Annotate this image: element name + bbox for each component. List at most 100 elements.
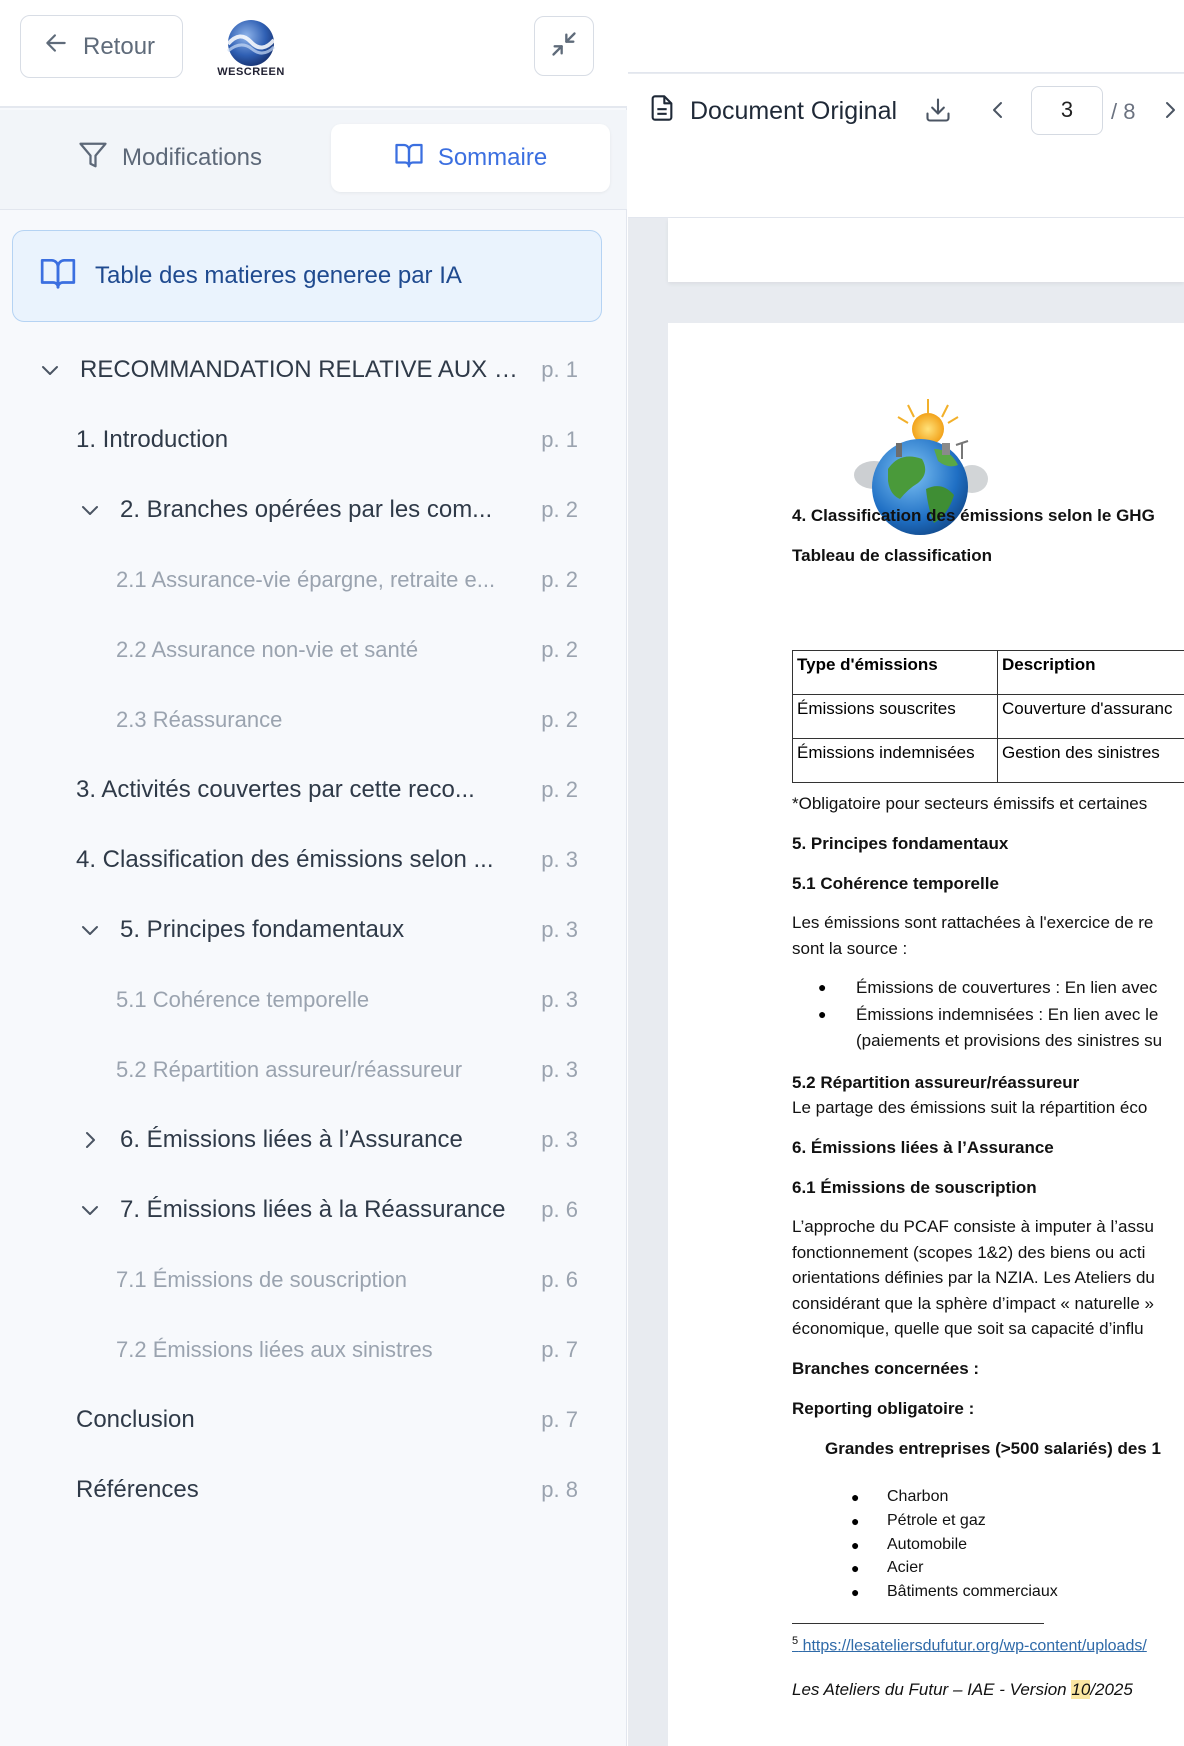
grandes-entreprises-heading: Grandes entreprises (>500 salariés) des … xyxy=(825,1439,1161,1458)
table-cell: Gestion des sinistres xyxy=(997,738,1184,783)
toc-item-page: p. 7 xyxy=(541,1337,578,1362)
viewer-top-bar xyxy=(628,0,1184,73)
toc-item-page: p. 7 xyxy=(541,1407,578,1432)
paragraph-line: L’approche du PCAF consiste à imputer à … xyxy=(792,1217,1154,1236)
footnote-number: 5 xyxy=(792,1635,799,1647)
minimize-icon xyxy=(550,30,578,63)
toc-item-page: p. 3 xyxy=(541,847,578,872)
section-heading-classification: 4. Classification des émissions selon le… xyxy=(792,506,1155,525)
toc-item[interactable]: 5.1 Cohérence temporelle p. 3 xyxy=(0,970,578,1030)
toc-item-page: p. 3 xyxy=(541,917,578,942)
classification-table: Type d'émissions Description Émissions s… xyxy=(792,650,1184,783)
reporting-heading: Reporting obligatoire : xyxy=(792,1399,975,1418)
sector-item: Pétrole et gaz xyxy=(887,1512,986,1529)
paragraph-line: Le partage des émissions suit la réparti… xyxy=(792,1098,1148,1117)
back-button[interactable]: Retour xyxy=(20,15,183,78)
sidebar-tabs: Modifications Sommaire xyxy=(0,110,627,210)
chevron-down-icon[interactable] xyxy=(78,498,102,522)
section-heading-repartition: 5.2 Répartition assureur/réassureur xyxy=(792,1073,1080,1092)
toc-item[interactable]: 2.2 Assurance non-vie et santé p. 2 xyxy=(0,620,578,680)
paragraph-line: sont la source : xyxy=(792,939,908,958)
ai-toc-banner-text: Table des matieres generee par IA xyxy=(95,262,462,289)
chevron-right-icon[interactable] xyxy=(78,1128,102,1152)
section-heading-assurance: 6. Émissions liées à l’Assurance xyxy=(792,1138,1054,1157)
toc-item[interactable]: 5. Principes fondamentaux p. 3 xyxy=(0,900,578,960)
chevron-right-icon xyxy=(1158,102,1182,126)
toc-item-page: p. 3 xyxy=(541,1057,578,1082)
bullet-icon: ● xyxy=(818,979,827,995)
toc-item[interactable]: 7. Émissions liées à la Réassurance p. 6 xyxy=(0,1180,578,1240)
paragraph-line: considérant que la sphère d’impact « nat… xyxy=(792,1294,1154,1313)
toc-item[interactable]: 7.2 Émissions liées aux sinistres p. 7 xyxy=(0,1320,578,1380)
sector-item: Automobile xyxy=(887,1536,968,1553)
tab-modifications-label: Modifications xyxy=(121,144,263,171)
toc-item-page: p. 2 xyxy=(541,777,578,802)
footer-text-end: /2025 xyxy=(1090,1680,1133,1699)
toc-item-label: 2.1 Assurance-vie épargne, retraite e... xyxy=(116,567,496,592)
tab-sommaire[interactable]: Sommaire xyxy=(331,124,610,192)
footnote: 5 https://lesateliersdufutur.org/wp-cont… xyxy=(792,1635,1147,1655)
toc-item[interactable]: 7.1 Émissions de souscription p. 6 xyxy=(0,1250,578,1310)
toc-item[interactable]: Références p. 8 xyxy=(0,1460,578,1520)
toc-item[interactable]: 2.1 Assurance-vie épargne, retraite e...… xyxy=(0,550,578,610)
footnote-link[interactable]: https://lesateliersdufutur.org/wp-conten… xyxy=(803,1637,1147,1654)
bullet-icon: ● xyxy=(818,1006,827,1022)
table-row: Émissions souscrites Couverture d'assura… xyxy=(792,694,1184,739)
toc-item-label: 1. Introduction xyxy=(76,426,229,453)
next-page-button[interactable] xyxy=(1158,98,1182,127)
toc-item-page: p. 1 xyxy=(541,357,578,382)
section-heading-souscription: 6.1 Émissions de souscription xyxy=(792,1178,1037,1197)
document-title: Document Original xyxy=(648,94,897,129)
chevron-down-icon[interactable] xyxy=(38,358,62,382)
tab-modifications[interactable]: Modifications xyxy=(20,124,320,192)
toc-item-label: 7. Émissions liées à la Réassurance xyxy=(120,1196,506,1223)
toc-item-page: p. 6 xyxy=(541,1267,578,1292)
back-button-label: Retour xyxy=(83,32,156,60)
sector-item: Charbon xyxy=(887,1488,949,1505)
tab-sommaire-label: Sommaire xyxy=(437,144,548,171)
table-row: Émissions indemnisées Gestion des sinist… xyxy=(792,738,1184,783)
page-number-input[interactable]: 3 xyxy=(1031,86,1103,135)
document-title-text: Document Original xyxy=(690,97,898,125)
chevron-down-icon[interactable] xyxy=(78,1198,102,1222)
toc-item-label: 5.2 Répartition assureur/réassureur xyxy=(116,1057,463,1082)
toc-item-label: 4. Classification des émissions selon ..… xyxy=(76,846,494,873)
bullet-text: Émissions de couvertures : En lien avec xyxy=(856,978,1158,997)
toc-item-page: p. 3 xyxy=(541,1127,578,1152)
chevron-down-icon[interactable] xyxy=(78,918,102,942)
previous-page-preview xyxy=(668,218,1184,282)
toc-item[interactable]: 4. Classification des émissions selon ..… xyxy=(0,830,578,890)
toc-item-page: p. 2 xyxy=(541,707,578,732)
bullet-icon: ● xyxy=(851,1560,860,1576)
toc-item[interactable]: 1. Introduction p. 1 xyxy=(0,410,578,470)
toc-item[interactable]: Conclusion p. 7 xyxy=(0,1390,578,1450)
toc-item[interactable]: 2. Branches opérées par les com... p. 2 xyxy=(0,480,578,540)
table-header-cell: Description xyxy=(997,650,1184,695)
paragraph-line: orientations définies par la NZIA. Les A… xyxy=(792,1268,1155,1287)
toc-item[interactable]: 6. Émissions liées à l’Assurance p. 3 xyxy=(0,1110,578,1170)
toc-item[interactable]: 5.2 Répartition assureur/réassureur p. 3 xyxy=(0,1040,578,1100)
toc-item-page: p. 2 xyxy=(541,637,578,662)
toc-item-label: Références xyxy=(76,1476,199,1503)
toc-item-page: p. 8 xyxy=(541,1477,578,1502)
table-heading: Tableau de classification xyxy=(792,546,992,565)
footer-text: Les Ateliers du Futur – IAE - Version xyxy=(792,1680,1072,1699)
footer-highlight: 10 xyxy=(1071,1680,1091,1699)
toc-item-page: p. 2 xyxy=(541,567,578,592)
toc-item-label: 7.2 Émissions liées aux sinistres xyxy=(116,1337,433,1362)
file-text-icon xyxy=(648,94,676,129)
toc-item[interactable]: RECOMMANDATION RELATIVE AUX É... p. 1 xyxy=(0,340,578,400)
previous-page-button[interactable] xyxy=(986,98,1010,127)
toc-item[interactable]: 3. Activités couvertes par cette reco...… xyxy=(0,760,578,820)
toc-item-label: 6. Émissions liées à l’Assurance xyxy=(120,1126,463,1153)
toc-item[interactable]: 2.3 Réassurance p. 2 xyxy=(0,690,578,750)
sector-item: Acier xyxy=(887,1559,924,1576)
toc-item-label: 5.1 Cohérence temporelle xyxy=(116,987,370,1012)
branches-heading: Branches concernées : xyxy=(792,1359,980,1378)
toc-item-page: p. 1 xyxy=(541,427,578,452)
table-note: *Obligatoire pour secteurs émissifs et c… xyxy=(792,794,1148,813)
viewer-toolbar: Document Original 3 / 8 xyxy=(628,74,1184,218)
collapse-sidebar-button[interactable] xyxy=(534,16,594,76)
download-button[interactable] xyxy=(924,96,952,129)
bullet-icon: ● xyxy=(851,1537,860,1553)
